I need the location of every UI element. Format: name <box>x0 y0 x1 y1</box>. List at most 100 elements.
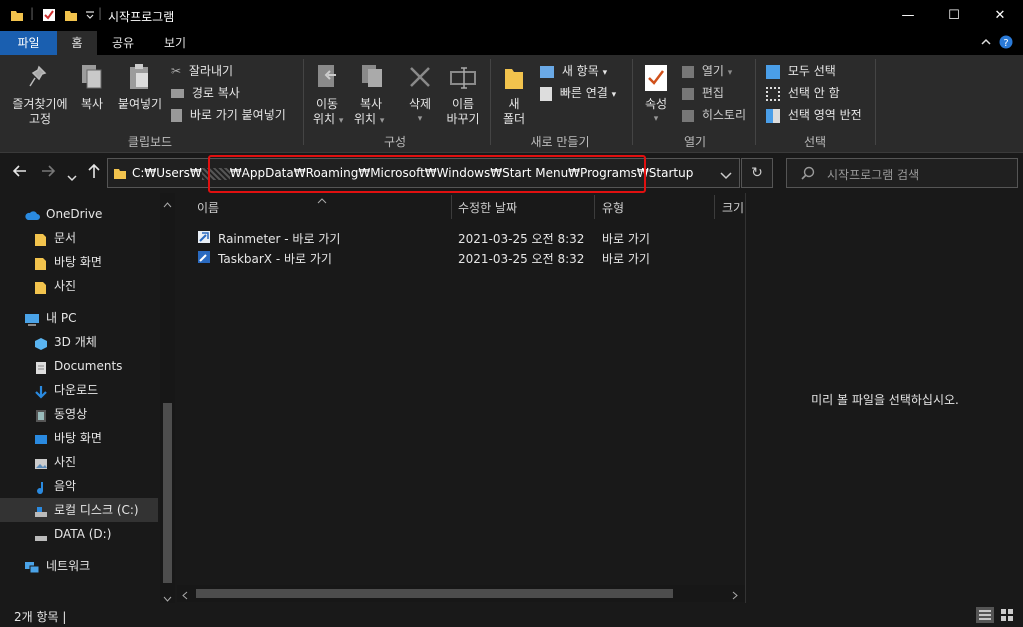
refresh-button[interactable]: ↻ <box>741 158 773 188</box>
maximize-button[interactable]: ☐ <box>931 0 977 31</box>
tab-home[interactable]: 홈 <box>57 31 97 55</box>
help-icon[interactable]: ? <box>999 35 1013 52</box>
details-view-icon[interactable] <box>976 607 994 623</box>
dropdown-icon: ▾ <box>611 90 617 100</box>
nav-label: 내 PC <box>46 311 77 325</box>
nav-label: DATA (D:) <box>54 527 112 541</box>
paste-shortcut-button[interactable]: 바로 가기 붙여넣기 <box>171 106 286 123</box>
address-path-start: C:₩Users₩ <box>132 166 202 180</box>
column-divider[interactable] <box>594 195 595 219</box>
item-count: 2개 항목 | <box>14 610 67 624</box>
nav-onedrive[interactable]: OneDrive <box>0 202 158 226</box>
edit-button[interactable]: 편집 <box>682 84 724 101</box>
scroll-left-icon[interactable] <box>182 589 188 603</box>
nav-documents[interactable]: Documents <box>0 354 158 378</box>
search-placeholder: 시작프로그램 검색 <box>827 168 920 182</box>
separator: | <box>30 6 35 20</box>
rename-label-1: 이름 <box>451 97 475 111</box>
pin-label-2: 고정 <box>28 112 52 126</box>
highlight-box <box>208 155 646 193</box>
customize-quick-access-icon[interactable] <box>85 9 95 23</box>
search-icon <box>801 166 815 183</box>
svg-text:?: ? <box>1003 38 1008 49</box>
file-row[interactable]: TaskbarX - 바로 가기 2021-03-25 오전 8:32 바로 가… <box>197 247 745 267</box>
nav-onedrive-pictures[interactable]: 사진 <box>0 274 158 298</box>
open-button[interactable]: 열기 ▾ <box>682 62 732 79</box>
file-list: 이름 수정한 날짜 유형 크기 Rainmeter - 바로 가기 2021-0… <box>177 193 745 603</box>
nav-local-disk-c[interactable]: 로컬 디스크 (C:) <box>0 498 158 522</box>
forward-arrow-icon[interactable] <box>40 163 56 183</box>
nav-downloads[interactable]: 다운로드 <box>0 378 158 402</box>
nav-network[interactable]: 네트워크 <box>0 554 158 578</box>
column-header-date[interactable]: 수정한 날짜 <box>458 199 517 216</box>
open-group-label: 열기 <box>683 135 707 149</box>
copy-label: 복사 <box>80 97 104 111</box>
path-icon <box>171 89 184 98</box>
recent-locations-icon[interactable] <box>67 167 77 186</box>
download-icon <box>34 383 48 399</box>
nav-label: OneDrive <box>46 207 103 221</box>
up-arrow-icon[interactable] <box>86 163 102 183</box>
history-button[interactable]: 히스토리 <box>682 106 746 123</box>
nav-scrollbar[interactable] <box>160 193 175 603</box>
column-header-name[interactable]: 이름 <box>197 199 219 216</box>
music-icon <box>34 479 48 495</box>
invert-selection-label: 선택 영역 반전 <box>787 108 862 122</box>
column-header-size[interactable]: 크기 <box>722 199 744 216</box>
minimize-button[interactable]: — <box>885 0 931 31</box>
move-to-icon <box>316 63 340 94</box>
file-row[interactable]: Rainmeter - 바로 가기 2021-03-25 오전 8:32 바로 … <box>197 227 745 247</box>
large-icons-view-icon[interactable] <box>998 607 1016 623</box>
column-divider[interactable] <box>451 195 452 219</box>
nav-label: 음악 <box>54 479 77 493</box>
nav-scroll-thumb[interactable] <box>163 403 172 583</box>
copy-to-label-1: 복사 <box>359 97 383 111</box>
shortcut-icon <box>197 230 211 247</box>
pin-icon <box>28 65 50 92</box>
preview-message: 미리 볼 파일을 선택하십시오. <box>811 393 959 407</box>
address-dropdown-icon[interactable] <box>720 169 732 183</box>
tab-view[interactable]: 보기 <box>149 31 201 55</box>
properties-check-icon <box>644 64 668 95</box>
nav-onedrive-desktop[interactable]: 바탕 화면 <box>0 250 158 274</box>
group-divider <box>755 59 756 145</box>
new-folder-quick-icon[interactable] <box>64 8 78 25</box>
column-header-type[interactable]: 유형 <box>602 199 624 216</box>
horizontal-scrollbar[interactable] <box>177 585 745 602</box>
file-type: 바로 가기 <box>602 232 650 246</box>
nav-label: 로컬 디스크 (C:) <box>54 503 139 517</box>
easy-access-button[interactable]: 빠른 연결 ▾ <box>540 84 616 101</box>
tab-file[interactable]: 파일 <box>0 31 57 55</box>
nav-label: 사진 <box>54 455 77 469</box>
nav-desktop[interactable]: 바탕 화면 <box>0 426 158 450</box>
select-none-icon <box>766 86 780 101</box>
nav-label: 다운로드 <box>54 383 99 397</box>
nav-3d-objects[interactable]: 3D 개체 <box>0 330 158 354</box>
new-item-icon <box>540 65 554 78</box>
nav-label: 동영상 <box>54 407 88 421</box>
horizontal-scroll-thumb[interactable] <box>196 589 673 598</box>
preview-pane: 미리 볼 파일을 선택하십시오. <box>745 193 1023 603</box>
close-button[interactable]: ✕ <box>977 0 1023 31</box>
nav-this-pc[interactable]: 내 PC <box>0 306 158 330</box>
properties-quick-icon[interactable] <box>42 8 56 25</box>
column-divider[interactable] <box>714 195 715 219</box>
search-box[interactable]: 시작프로그램 검색 <box>786 158 1018 188</box>
copy-path-button[interactable]: 경로 복사 <box>171 84 240 101</box>
tab-share[interactable]: 공유 <box>97 31 149 55</box>
nav-music[interactable]: 음악 <box>0 474 158 498</box>
nav-videos[interactable]: 동영상 <box>0 402 158 426</box>
select-none-button[interactable]: 선택 안 함 <box>766 84 840 101</box>
invert-selection-button[interactable]: 선택 영역 반전 <box>766 106 862 123</box>
new-item-button[interactable]: 새 항목 ▾ <box>540 62 607 79</box>
nav-onedrive-documents[interactable]: 문서 <box>0 226 158 250</box>
nav-data-d[interactable]: DATA (D:) <box>0 522 158 546</box>
scroll-right-icon[interactable] <box>732 589 738 603</box>
cut-button[interactable]: ✂ 잘라내기 <box>171 62 233 79</box>
folder-icon <box>10 8 24 25</box>
collapse-ribbon-icon[interactable] <box>980 36 992 51</box>
nav-pictures[interactable]: 사진 <box>0 450 158 474</box>
back-arrow-icon[interactable] <box>12 163 28 183</box>
scroll-up-icon[interactable] <box>163 197 172 211</box>
select-all-button[interactable]: 모두 선택 <box>766 62 836 79</box>
